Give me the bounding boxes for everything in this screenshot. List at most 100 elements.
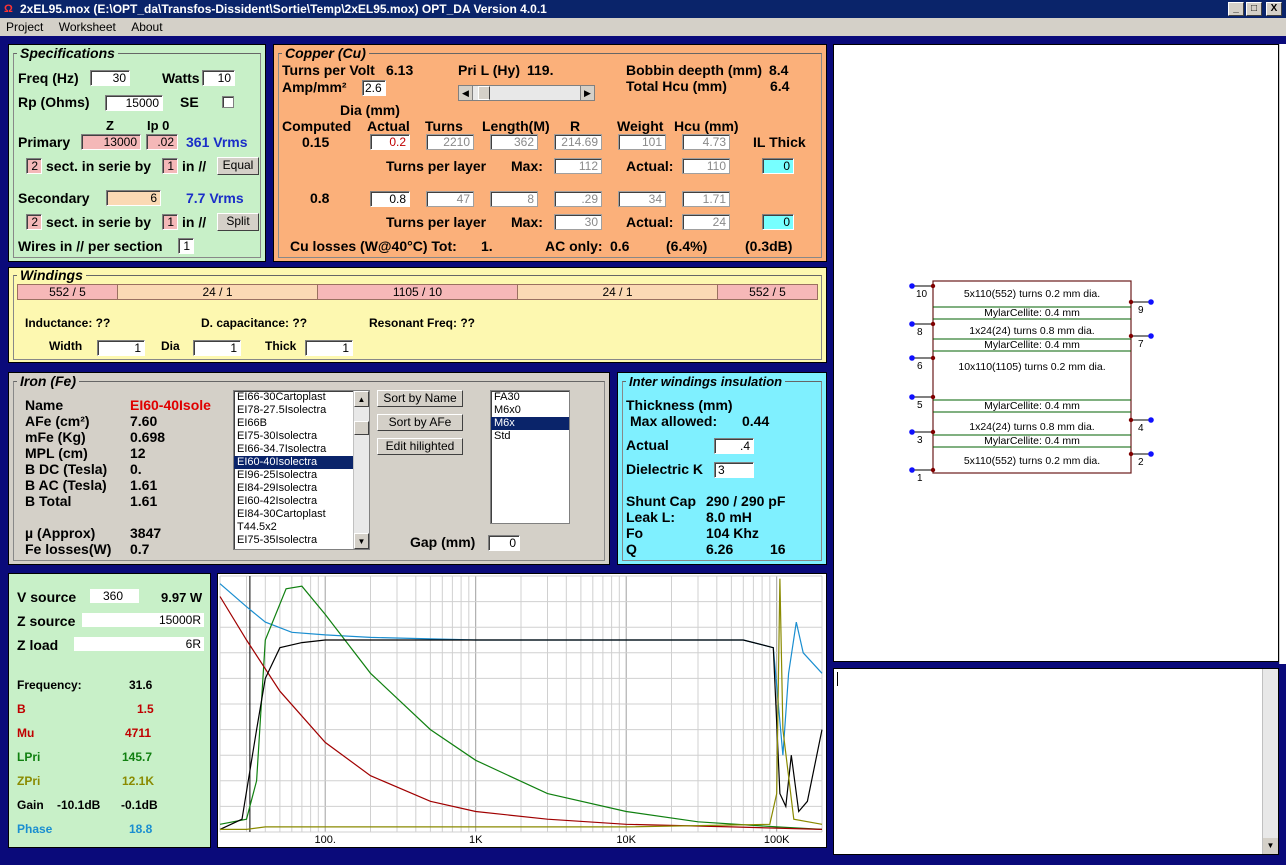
dia-w-label: Dia [161,339,180,353]
close-button[interactable]: X [1266,2,1282,16]
split-button[interactable]: Split [217,213,259,231]
zload-input[interactable]: 6R [74,637,204,651]
scroll-down-arrow[interactable]: ▼ [354,533,369,549]
material-list[interactable]: FA30 M6x0 M6x Std [490,390,570,524]
secondary-parallel-input[interactable]: 1 [162,214,178,230]
output-scroll-down[interactable]: ▼ [1263,838,1278,854]
core-list[interactable]: EI66-30Cartoplast EI78-27.5Isolectra EI66B… [233,390,370,550]
bdc-value: 0. [130,461,142,477]
winding-cell-1[interactable]: 552 / 5 [17,284,118,300]
r2-r: .29 [554,191,602,207]
scroll-up-arrow[interactable]: ▲ [354,391,369,407]
primary-sect-label: sect. in serie by [46,158,152,174]
r1-il-input[interactable]: 0 [762,158,794,174]
r2-act-label: Actual: [626,214,674,230]
pin-joint [1128,451,1134,457]
rp-input[interactable]: 15000 [105,95,163,111]
material-list-item[interactable]: FA30 [491,391,569,404]
secondary-z-input[interactable]: 6 [106,190,161,206]
pin-joint [1128,417,1134,423]
winding-cell-2[interactable]: 24 / 1 [117,284,318,300]
mpl-value: 12 [130,445,146,461]
material-list-item[interactable]: M6x [491,417,569,430]
insul-actual-input[interactable]: .4 [714,438,754,454]
window-title: 2xEL95.mox (E:\OPT_da\Transfos-Dissident… [20,2,547,16]
zsource-input[interactable]: 15000R [82,613,204,627]
weight-header: Weight [617,118,664,134]
ac-only-label: AC only: [545,238,603,254]
response-chart-panel: 100. 1K 10K 100K [217,573,827,848]
winding-label: 1x24(24) turns 0.8 mm dia. [969,325,1094,337]
watts-input[interactable]: 10 [202,70,235,86]
core-list-scrollbar[interactable]: ▲ ▼ [353,391,369,549]
core-list-item[interactable]: EI60-40Isolectra [234,456,353,469]
r1-actual-input[interactable]: 0.2 [370,134,410,150]
amp-slider[interactable]: ◀ ▶ [458,85,595,101]
r1-turns: 2210 [426,134,474,150]
frequency-value: 31.6 [129,678,153,692]
wires-input[interactable]: 1 [178,238,194,254]
material-list-item[interactable]: M6x0 [491,404,569,417]
slider-right-arrow[interactable]: ▶ [580,86,594,100]
sort-afe-button[interactable]: Sort by AFe [377,414,463,431]
primary-sections-input[interactable]: 2 [26,158,42,174]
primary-z-input[interactable]: 13000 [81,134,141,150]
output-panel: ▼ [833,668,1279,855]
amp-input[interactable]: 2.6 [362,80,386,96]
core-list-item[interactable]: EI84-30Cartoplast [234,508,353,521]
winding-cell-3[interactable]: 1105 / 10 [317,284,518,300]
minimize-button[interactable]: _ [1228,2,1244,16]
dia-w-input[interactable]: 1 [193,340,241,356]
core-list-item[interactable]: EI75-35Isolectra [234,534,353,547]
primary-parallel-input[interactable]: 1 [162,158,178,174]
menu-project[interactable]: Project [0,18,49,36]
menu-about[interactable]: About [125,18,168,36]
ip0-label: Ip 0 [147,118,170,133]
core-list-item[interactable]: EI66-30Cartoplast [234,391,353,404]
zload-label: Z load [17,637,59,653]
thick-input[interactable]: 1 [305,340,353,356]
diagram-scrollbar[interactable] [1279,44,1286,664]
gap-label: Gap (mm) [410,534,476,550]
mu-label: µ (Approx) [25,525,96,541]
bobbin-label: Bobbin deepth (mm) [626,62,763,78]
slider-thumb[interactable] [478,86,490,100]
freq-input[interactable]: 30 [90,70,130,86]
core-list-item[interactable]: EI66B [234,417,353,430]
material-list-item[interactable]: Std [491,430,569,443]
primary-ip-input[interactable]: .02 [146,134,178,150]
core-list-item[interactable]: EI96-25Isolectra [234,469,353,482]
q2-value: 16 [770,541,786,557]
core-list-item[interactable]: T44.5x2 [234,521,353,534]
x-tick-label: 10K [616,834,636,846]
core-list-item[interactable]: EI75-30Isolectra [234,430,353,443]
winding-cell-5[interactable]: 552 / 5 [717,284,818,300]
afe-label: AFe (cm²) [25,413,90,429]
core-list-item[interactable]: EI60-42Isolectra [234,495,353,508]
mu-src-value: 4711 [125,726,152,740]
scroll-thumb[interactable] [354,421,369,435]
slider-left-arrow[interactable]: ◀ [459,86,473,100]
winding-cell-4[interactable]: 24 / 1 [517,284,718,300]
edit-highlighted-button[interactable]: Edit hilighted [377,438,463,455]
core-list-item[interactable]: EI84-29Isolectra [234,482,353,495]
menu-worksheet[interactable]: Worksheet [53,18,122,36]
vsource-input[interactable]: 360 [90,589,139,603]
pin-dot [909,394,915,400]
equal-button[interactable]: Equal [217,157,259,175]
core-list-item[interactable]: EI78-27.5Isolectra [234,404,353,417]
core-list-item[interactable]: EI66-34.7Isolectra [234,443,353,456]
se-checkbox[interactable] [222,96,234,108]
r2-il-input[interactable]: 0 [762,214,794,230]
sort-name-button[interactable]: Sort by Name [377,390,463,407]
r2-actual-input[interactable]: 0.8 [370,191,410,207]
maximize-button[interactable]: □ [1246,2,1262,16]
output-scrollbar[interactable]: ▼ [1262,669,1278,854]
secondary-sections-input[interactable]: 2 [26,214,42,230]
winding-label: 1x24(24) turns 0.8 mm dia. [969,421,1094,433]
dielectric-input[interactable]: 3 [714,462,754,478]
gap-input[interactable]: 0 [488,535,520,551]
title-bar: Ω 2xEL95.mox (E:\OPT_da\Transfos-Disside… [0,0,1286,18]
gain-label: Gain [17,798,44,812]
width-input[interactable]: 1 [97,340,145,356]
